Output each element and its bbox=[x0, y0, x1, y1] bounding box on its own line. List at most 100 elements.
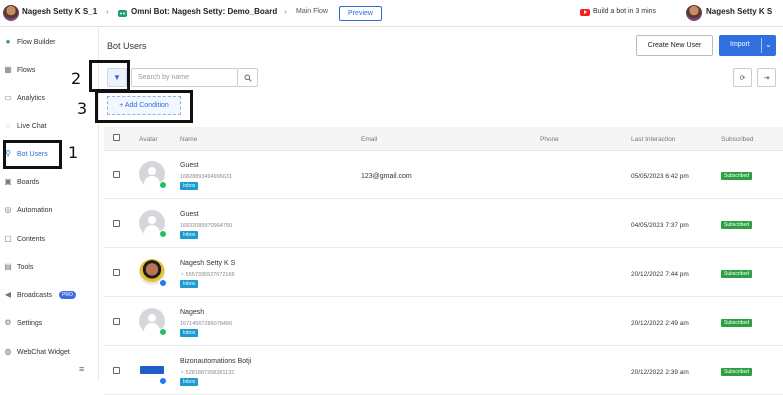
page-title: Bot Users bbox=[107, 41, 147, 51]
annotation-number-1: 1 bbox=[68, 143, 79, 162]
row-checkbox[interactable] bbox=[113, 171, 120, 178]
flow-breadcrumb[interactable]: Main Flow bbox=[296, 8, 328, 15]
user-name[interactable]: Guest bbox=[180, 162, 199, 169]
refresh-button[interactable]: ⟳ bbox=[733, 68, 752, 87]
live-chat-icon: ◌ bbox=[5, 121, 11, 130]
profile-name[interactable]: Nagesh Setty K S bbox=[706, 7, 772, 16]
messenger-icon bbox=[159, 279, 167, 287]
inbox-badge: Inbox bbox=[180, 280, 199, 288]
row-checkbox[interactable] bbox=[113, 220, 120, 227]
bot-title[interactable]: Omni Bot: Nagesh Setty: Demo_Board bbox=[131, 7, 277, 16]
status-badge: Subscribed bbox=[721, 221, 753, 229]
status-badge: Subscribed bbox=[721, 172, 753, 180]
settings-icon: ⚙ bbox=[4, 318, 12, 327]
status-badge: Subscribed bbox=[721, 319, 753, 327]
annotation-box-1 bbox=[3, 140, 62, 169]
boards-icon: ▣ bbox=[4, 177, 12, 186]
flows-icon: ▦ bbox=[4, 65, 12, 74]
user-id: ♂ 5557395527672169 bbox=[180, 272, 235, 278]
user-name[interactable]: Guest bbox=[180, 211, 199, 218]
sidebar-item-label: Tools bbox=[17, 263, 34, 271]
bot-icon bbox=[118, 9, 127, 17]
table-row[interactable]: Bizonautomations Botji ♂ 528188726828113… bbox=[104, 347, 783, 395]
create-new-user-button[interactable]: Create New User bbox=[636, 35, 713, 56]
contents-icon: ▢ bbox=[4, 234, 12, 243]
user-id: ♂ 5281887268281132 bbox=[180, 370, 234, 376]
search-input[interactable]: Search by name bbox=[131, 68, 238, 87]
column-header-email[interactable]: Email bbox=[361, 136, 377, 143]
tools-icon: ▤ bbox=[4, 262, 12, 271]
sidebar-item-label: WebChat Widget bbox=[17, 348, 70, 356]
column-header-phone[interactable]: Phone bbox=[540, 136, 559, 143]
search-placeholder: Search by name bbox=[138, 74, 189, 81]
sidebar-item-settings[interactable]: ⚙ Settings bbox=[0, 314, 98, 332]
sidebar-item-tools[interactable]: ▤ Tools bbox=[0, 258, 98, 276]
user-name[interactable]: Nagesh Setty K S bbox=[180, 260, 235, 267]
chevron-down-icon[interactable]: ⌄ bbox=[765, 40, 772, 49]
annotation-number-3: 3 bbox=[77, 99, 88, 118]
status-badge: Subscribed bbox=[721, 270, 753, 278]
whatsapp-icon bbox=[159, 328, 167, 336]
sidebar-item-label: Analytics bbox=[17, 94, 46, 102]
chevron-right-icon: › bbox=[284, 6, 287, 16]
sidebar-item-flows[interactable]: ▦ Flows bbox=[0, 61, 98, 79]
sidebar-item-contents[interactable]: ▢ Contents bbox=[0, 230, 98, 248]
refresh-icon: ⟳ bbox=[739, 74, 746, 82]
last-interaction: 05/05/2023 6:42 pm bbox=[631, 173, 689, 180]
search-button[interactable] bbox=[238, 68, 258, 87]
sidebar-item-webchat-widget[interactable]: ◍ WebChat Widget bbox=[0, 343, 98, 361]
divider bbox=[761, 38, 762, 53]
sidebar-item-flow-builder[interactable]: ● Flow Builder bbox=[0, 33, 98, 51]
analytics-icon: ▭ bbox=[4, 93, 12, 102]
messenger-icon bbox=[159, 377, 167, 385]
user-name[interactable]: Bizonautomations Botji bbox=[180, 358, 251, 365]
whatsapp-icon bbox=[159, 181, 167, 189]
last-interaction: 20/12/2022 7:44 pm bbox=[631, 271, 689, 278]
flow-builder-icon: ● bbox=[5, 37, 11, 46]
sidebar-item-label: Broadcasts bbox=[17, 291, 53, 299]
sidebar-item-label: Automation bbox=[17, 206, 53, 214]
sidebar-item-label: Flows bbox=[17, 66, 36, 74]
table-row[interactable]: Guest 16832089970964750 Inbox 04/05/2023… bbox=[104, 200, 783, 248]
sidebar-item-automation[interactable]: ◎ Automation bbox=[0, 201, 98, 219]
collapse-menu-icon[interactable]: ≡ bbox=[79, 364, 84, 374]
broadcasts-icon: ◀ bbox=[4, 290, 12, 299]
user-email: 123@gmail.com bbox=[361, 173, 412, 180]
youtube-icon[interactable] bbox=[580, 8, 590, 16]
column-header-last-interaction[interactable]: Last Interaction bbox=[631, 136, 675, 143]
chevron-right-icon: › bbox=[106, 6, 109, 16]
column-header-avatar: Avatar bbox=[139, 136, 158, 143]
sidebar-item-label: Flow Builder bbox=[17, 38, 56, 46]
user-avatar[interactable] bbox=[3, 4, 19, 21]
preview-button[interactable]: Preview bbox=[339, 5, 382, 21]
export-button[interactable]: ⇥ bbox=[757, 68, 776, 87]
select-all-checkbox[interactable] bbox=[113, 134, 120, 141]
promo-link[interactable]: Build a bot in 3 mins bbox=[593, 8, 656, 15]
user-id-text: 5557395527672169 bbox=[185, 272, 235, 278]
last-interaction: 04/05/2023 7:37 pm bbox=[631, 222, 689, 229]
table-row[interactable]: Guest 16828893494996631 Inbox 123@gmail.… bbox=[104, 151, 783, 199]
webchat-icon: ◍ bbox=[4, 347, 12, 356]
workspace-user-name[interactable]: Nagesh Setty K S_1 bbox=[22, 7, 97, 16]
sidebar-item-live-chat[interactable]: ◌ Live Chat bbox=[0, 117, 98, 135]
row-checkbox[interactable] bbox=[113, 318, 120, 325]
row-checkbox[interactable] bbox=[113, 367, 120, 374]
profile-avatar[interactable] bbox=[686, 4, 702, 21]
status-badge: Subscribed bbox=[721, 368, 753, 376]
sidebar-item-boards[interactable]: ▣ Boards bbox=[0, 173, 98, 191]
annotation-box-2 bbox=[89, 60, 130, 92]
column-header-subscribed[interactable]: Subscribed bbox=[721, 136, 754, 143]
whatsapp-icon bbox=[159, 230, 167, 238]
inbox-badge: Inbox bbox=[180, 329, 199, 337]
row-checkbox[interactable] bbox=[113, 269, 120, 276]
column-header-name[interactable]: Name bbox=[180, 136, 197, 143]
table-row[interactable]: Nagesh 16714567286078490 Inbox 20/12/202… bbox=[104, 298, 783, 346]
top-bar: Nagesh Setty K S_1 › Omni Bot: Nagesh Se… bbox=[0, 0, 783, 27]
sidebar: ● Flow Builder ▦ Flows ▭ Analytics ◌ Liv… bbox=[0, 28, 99, 381]
export-icon: ⇥ bbox=[763, 74, 770, 82]
table-row[interactable]: Nagesh Setty K S ♂ 5557395527672169 Inbo… bbox=[104, 249, 783, 297]
sidebar-item-broadcasts[interactable]: ◀ Broadcasts PRO bbox=[0, 286, 98, 304]
import-button[interactable]: Import ⌄ bbox=[719, 35, 776, 56]
user-id: 16714567286078490 bbox=[180, 321, 233, 327]
user-name[interactable]: Nagesh bbox=[180, 309, 204, 316]
